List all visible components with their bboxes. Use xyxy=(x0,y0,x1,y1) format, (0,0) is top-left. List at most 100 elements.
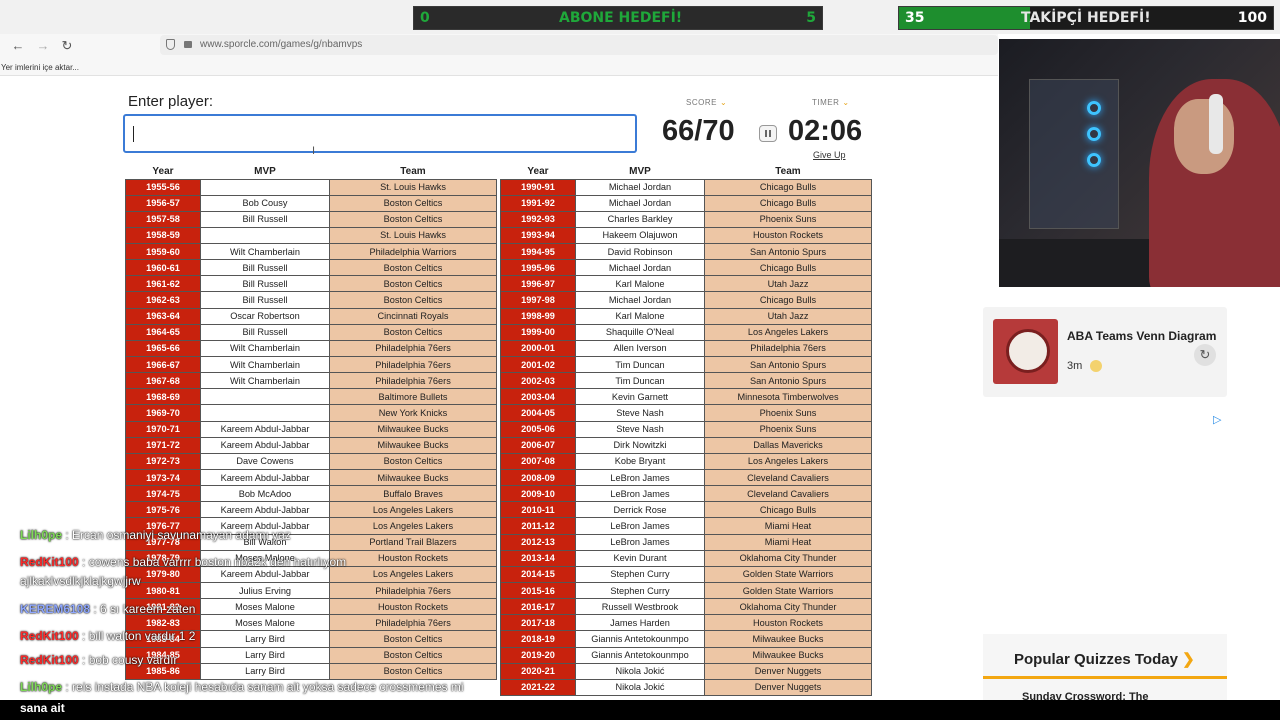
mvp-cell: Bill Russell xyxy=(200,323,330,341)
team-cell: Minnesota Timberwolves xyxy=(704,388,872,406)
year-cell: 1971-72 xyxy=(125,436,201,454)
follower-goal-label: TAKİPÇİ HEDEFİ! xyxy=(1021,10,1151,26)
chat-separator: : xyxy=(62,528,73,542)
answer-input[interactable] xyxy=(123,114,637,153)
adchoices-icon[interactable]: ▷ xyxy=(1213,413,1221,426)
subscriber-goal-bar: 0 ABONE HEDEFİ! 5 xyxy=(413,6,823,30)
team-cell: Chicago Bulls xyxy=(704,194,872,212)
table-row: 1972-73 Dave Cowens Boston Celtics xyxy=(125,452,497,471)
table-row: 1990-91 Michael Jordan Chicago Bulls xyxy=(500,178,872,196)
team-cell: Utah Jazz xyxy=(704,275,872,293)
mvp-cell: Kareem Abdul-Jabbar xyxy=(200,469,330,487)
score-value: 66/70 xyxy=(662,115,735,147)
popular-quizzes-title[interactable]: Popular Quizzes Today ❯ xyxy=(1014,650,1195,668)
table-row: 1998-99 Karl Malone Utah Jazz xyxy=(500,307,872,325)
score-label[interactable]: SCORE ⌄ xyxy=(686,98,727,107)
team-cell: Chicago Bulls xyxy=(704,178,872,196)
mvp-cell: Michael Jordan xyxy=(575,291,705,309)
related-quiz-card[interactable]: ABA Teams Venn Diagram 3m ↻ xyxy=(983,307,1227,397)
year-cell: 2008-09 xyxy=(500,469,576,487)
team-cell: Chicago Bulls xyxy=(704,291,872,309)
year-cell: 1998-99 xyxy=(500,307,576,325)
chat-message: ajlkaklvsdlkjklajkgwjjrw xyxy=(20,574,141,588)
mvp-cell: Wilt Chamberlain xyxy=(200,339,330,358)
team-cell: Boston Celtics xyxy=(329,646,497,664)
chat-bottom-strip: sana ait xyxy=(0,700,1280,720)
year-cell: 2014-15 xyxy=(500,565,576,584)
mvp-cell: Hakeem Olajuwon xyxy=(575,226,705,245)
chat-username: RedKit100 xyxy=(20,653,79,667)
year-cell: 1992-93 xyxy=(500,210,576,228)
headset xyxy=(1209,94,1223,154)
import-bookmarks-link[interactable]: Yer imlerini içe aktar... xyxy=(1,63,79,72)
chat-separator: : xyxy=(90,602,101,616)
team-cell: San Antonio Spurs xyxy=(704,372,872,390)
chat-message: RedKit100 : cowens baba varrrr boston nb… xyxy=(20,555,346,569)
address-bar[interactable]: www.sporcle.com/games/g/nbamvps xyxy=(160,35,998,55)
reload-icon[interactable]: ↻ xyxy=(59,38,75,54)
give-up-link[interactable]: Give Up xyxy=(813,150,846,160)
subscriber-goal-current: 0 xyxy=(420,10,430,26)
team-cell: Houston Rockets xyxy=(704,614,872,632)
team-cell: Houston Rockets xyxy=(329,598,497,616)
column-header-team: Team xyxy=(704,164,872,179)
year-cell: 1962-63 xyxy=(125,291,201,309)
table-row: 1985-86 Larry Bird Boston Celtics xyxy=(125,662,497,680)
chat-text: bob cousy vardır xyxy=(88,653,178,667)
team-cell: Boston Celtics xyxy=(329,323,497,341)
table-row: 2015-16 Stephen Curry Golden State Warrior… xyxy=(500,582,872,600)
mvp-cell: Bill Russell xyxy=(200,259,330,277)
table-row: 2009-10 LeBron James Cleveland Cavaliers xyxy=(500,485,872,503)
table-row: 1962-63 Bill Russell Boston Celtics xyxy=(125,291,497,309)
back-icon[interactable]: ← xyxy=(10,38,26,54)
year-cell: 1973-74 xyxy=(125,469,201,487)
table-row: 1961-62 Bill Russell Boston Celtics xyxy=(125,275,497,293)
table-row: 1956-57 Bob Cousy Boston Celtics xyxy=(125,194,497,212)
mvp-cell: Bill Russell xyxy=(200,210,330,228)
team-cell: Philadelphia 76ers xyxy=(329,339,497,358)
chat-message: RedKit100 : bob cousy vardır xyxy=(20,653,177,667)
mvp-cell: Moses Malone xyxy=(200,598,330,616)
team-cell: Philadelphia 76ers xyxy=(704,339,872,358)
shield-icon[interactable] xyxy=(166,39,175,50)
table-row: 1975-76 Kareem Abdul-Jabbar Los Angeles La… xyxy=(125,501,497,519)
url-text[interactable]: www.sporcle.com/games/g/nbamvps xyxy=(200,39,362,50)
team-cell: Utah Jazz xyxy=(704,307,872,325)
mvp-cell: Dave Cowens xyxy=(200,452,330,471)
year-cell: 2001-02 xyxy=(500,356,576,374)
refresh-icon[interactable]: ↻ xyxy=(1194,344,1216,366)
team-cell: Chicago Bulls xyxy=(704,259,872,277)
mvp-cell: Kevin Garnett xyxy=(575,388,705,406)
year-cell: 2015-16 xyxy=(500,582,576,600)
year-cell: 1969-70 xyxy=(125,404,201,422)
team-cell: Dallas Mavericks xyxy=(704,436,872,454)
team-cell: Miami Heat xyxy=(704,533,872,551)
mvp-cell: Nikola Jokić xyxy=(575,678,705,697)
mvp-cell: Kareem Abdul-Jabbar xyxy=(200,436,330,454)
team-cell: Milwaukee Bucks xyxy=(704,646,872,664)
pause-button[interactable] xyxy=(759,125,777,142)
table-row: 2007-08 Kobe Bryant Los Angeles Lakers xyxy=(500,452,872,471)
year-cell: 1956-57 xyxy=(125,194,201,212)
year-cell: 1974-75 xyxy=(125,485,201,503)
mvp-cell: Wilt Chamberlain xyxy=(200,372,330,390)
chat-username: Lilh0pe xyxy=(20,680,63,694)
team-cell: Philadelphia 76ers xyxy=(329,582,497,600)
year-cell: 2009-10 xyxy=(500,485,576,503)
chat-username: RedKit100 xyxy=(20,629,79,643)
lock-icon[interactable] xyxy=(184,41,192,48)
mvp-cell xyxy=(200,388,330,406)
timer-label[interactable]: TIMER ⌄ xyxy=(812,98,850,107)
year-cell: 2016-17 xyxy=(500,598,576,616)
team-cell: Golden State Warriors xyxy=(704,582,872,600)
mvp-cell: Michael Jordan xyxy=(575,259,705,277)
forward-icon[interactable]: → xyxy=(35,38,51,54)
mvp-cell: Bill Russell xyxy=(200,291,330,309)
year-cell: 2013-14 xyxy=(500,549,576,567)
mvp-cell: Larry Bird xyxy=(200,646,330,664)
chat-text: bill walton vardır 1 2 xyxy=(88,629,196,643)
stream-top-strip: 0 ABONE HEDEFİ! 5 35 TAKİPÇİ HEDEFİ! 100 xyxy=(0,0,1280,34)
year-cell: 1999-00 xyxy=(500,323,576,341)
table-row: 2013-14 Kevin Durant Oklahoma City Thunder xyxy=(500,549,872,567)
related-quiz-title[interactable]: ABA Teams Venn Diagram xyxy=(1067,329,1216,343)
